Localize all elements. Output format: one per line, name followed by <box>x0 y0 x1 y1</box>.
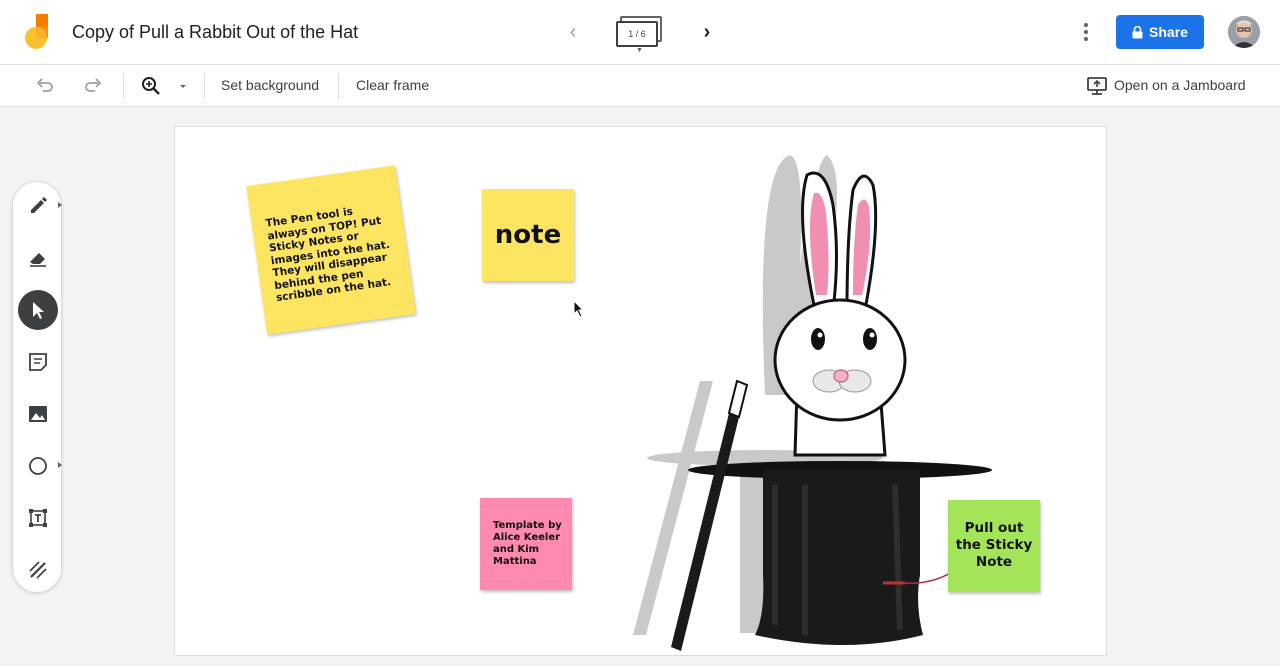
frame-counter: 1 / 6 <box>616 21 658 47</box>
sticky-note-credits[interactable]: Template by Alice Keeler and Kim Mattina <box>480 498 572 590</box>
eraser-tool[interactable] <box>18 238 58 278</box>
divider <box>123 73 124 99</box>
submenu-arrow-icon <box>58 202 62 208</box>
share-label: Share <box>1149 24 1188 40</box>
divider <box>338 73 339 99</box>
text-box-tool[interactable] <box>18 498 58 538</box>
previous-frame-button[interactable]: ‹ <box>560 20 586 46</box>
sticky-note-pull-out[interactable]: Pull out the Sticky Note <box>948 500 1040 592</box>
circle-icon <box>29 457 47 475</box>
pen-tool[interactable] <box>18 186 62 226</box>
redo-icon[interactable] <box>82 75 104 97</box>
pen-icon <box>31 197 47 213</box>
open-on-jamboard-button[interactable]: Open on a Jamboard <box>1114 77 1246 93</box>
laser-tool[interactable] <box>18 550 58 590</box>
share-button[interactable]: Share <box>1116 15 1204 49</box>
submenu-arrow-icon <box>58 462 62 468</box>
divider <box>204 73 205 99</box>
document-title[interactable]: Copy of Pull a Rabbit Out of the Hat <box>72 22 358 43</box>
sticky-note-instructions[interactable]: The Pen tool is always on TOP! Put Stick… <box>246 165 416 335</box>
image-icon <box>29 406 47 422</box>
zoom-icon[interactable] <box>140 75 162 97</box>
image-tool[interactable] <box>18 394 58 434</box>
more-options-button[interactable] <box>1076 20 1096 46</box>
lock-icon <box>1132 25 1143 38</box>
eraser-icon <box>30 253 46 267</box>
clear-frame-button[interactable]: Clear frame <box>356 77 429 93</box>
app-header: Copy of Pull a Rabbit Out of the Hat ‹ 1… <box>0 0 1280 65</box>
caret-down-icon: ▼ <box>636 47 643 54</box>
jam-canvas[interactable]: The Pen tool is always on TOP! Put Stick… <box>174 126 1107 656</box>
sticky-note-icon <box>29 353 47 371</box>
magic-wand <box>671 379 749 651</box>
chevron-left-icon: ‹ <box>569 21 577 43</box>
zoom-dropdown-icon[interactable] <box>176 75 190 97</box>
top-hat <box>688 461 992 645</box>
cursor-arrow-icon <box>33 302 44 319</box>
mouse-cursor-icon <box>573 300 585 318</box>
avatar[interactable] <box>1228 16 1260 48</box>
toolbar: Set background Clear frame Open on a Jam… <box>0 65 1280 107</box>
tool-rail <box>12 181 62 593</box>
chevron-right-icon: › <box>703 21 711 43</box>
laser-icon <box>29 561 47 579</box>
jamboard-logo-icon[interactable] <box>22 14 50 50</box>
select-tool[interactable] <box>18 290 58 330</box>
more-vert-icon <box>1084 23 1088 27</box>
sticky-note-note[interactable]: note <box>482 189 574 281</box>
text-box-icon <box>29 509 47 527</box>
jamboard-device-icon[interactable] <box>1086 75 1108 97</box>
sticky-note-tool[interactable] <box>18 342 58 382</box>
frame-bar-button[interactable]: 1 / 6 ▼ <box>612 14 666 54</box>
set-background-button[interactable]: Set background <box>221 77 319 93</box>
undo-icon[interactable] <box>34 75 56 97</box>
shape-tool[interactable] <box>18 446 62 486</box>
next-frame-button[interactable]: › <box>694 20 720 46</box>
